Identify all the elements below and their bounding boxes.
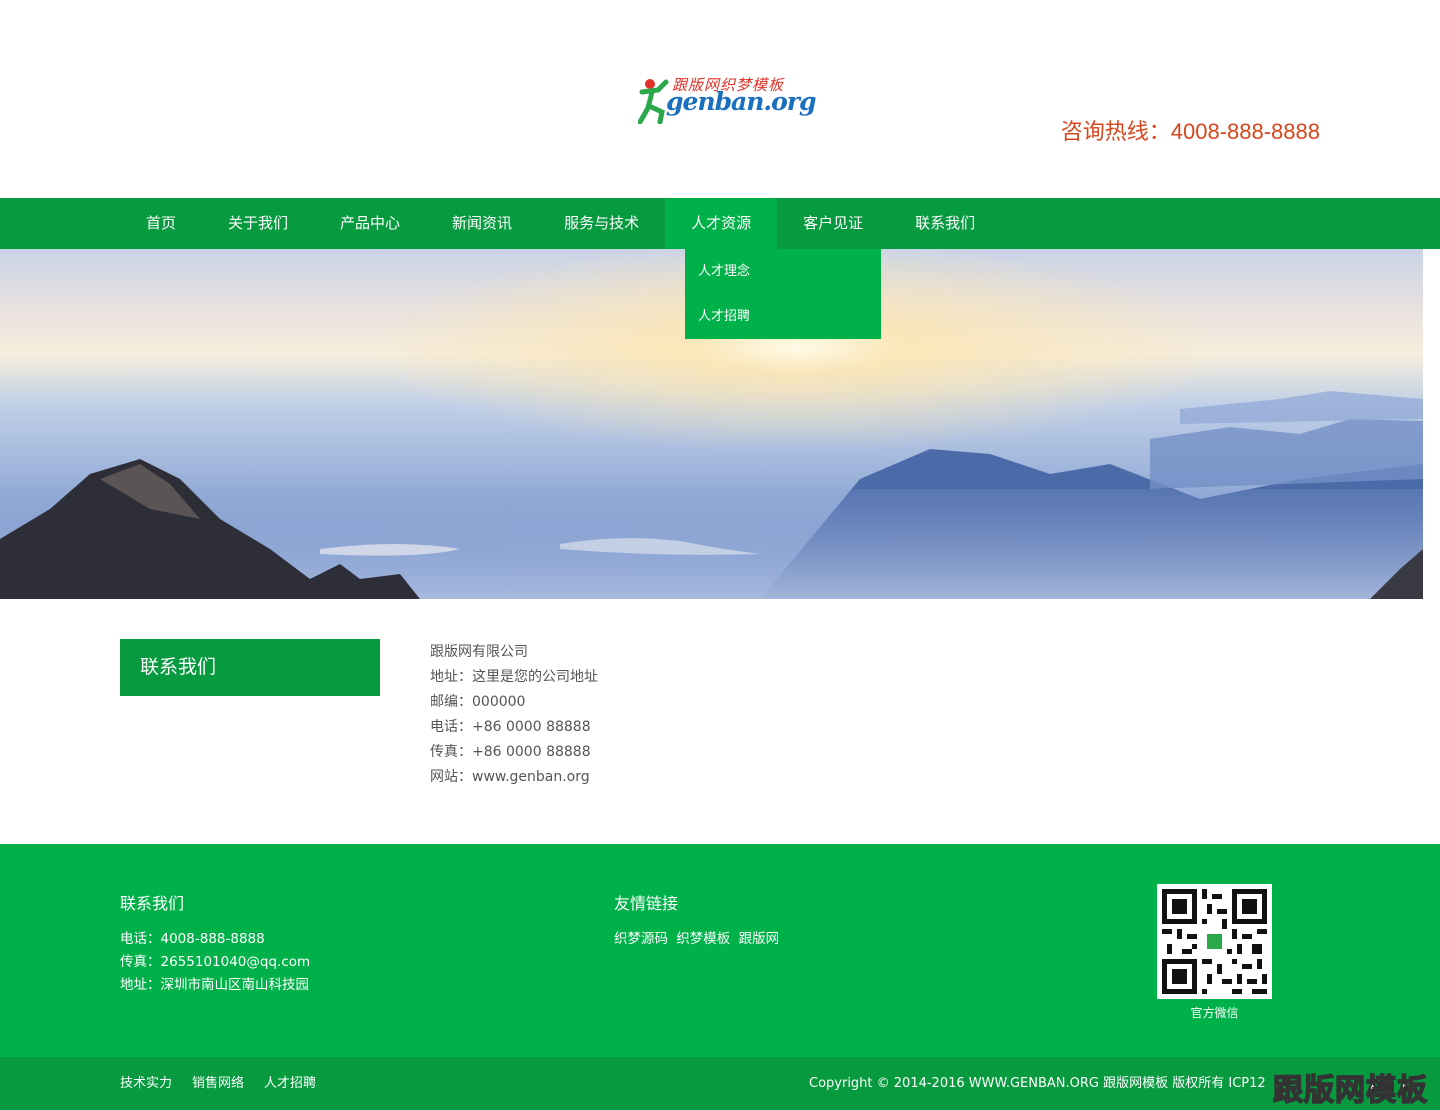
nav-list: 首页 关于我们 产品中心 新闻资讯 服务与技术 人才资源 客户见证 联系我们 — [120, 198, 1001, 249]
nav-item-talent[interactable]: 人才资源 — [665, 198, 778, 249]
friend-links: 织梦源码 织梦模板 跟版网 — [614, 927, 779, 947]
company-website: 网站：www.genban.org — [430, 769, 590, 785]
friend-link-dede-source[interactable]: 织梦源码 — [614, 931, 668, 947]
nav-item-products[interactable]: 产品中心 — [314, 198, 426, 249]
footer-fax: 传真：2655101040@qq.com — [120, 954, 311, 970]
company-postcode: 邮编：000000 — [430, 694, 526, 710]
bottom-bar: 技术实力 销售网络 人才招聘 Copyright © 2014-2016 WWW… — [0, 1057, 1440, 1110]
friend-link-dede-template[interactable]: 织梦模板 — [676, 931, 730, 947]
friend-link-genban[interactable]: 跟版网 — [739, 931, 780, 947]
bottom-link-recruit[interactable]: 人才招聘 — [264, 1057, 316, 1110]
contact-info: 跟版网有限公司 地址：这里是您的公司地址 邮编：000000 电话：+86 00… — [430, 640, 598, 790]
nav-item-home[interactable]: 首页 — [120, 198, 202, 249]
site-header: 跟版网织梦模板 genban.org 咨询热线：4008-888-8888 — [0, 0, 1440, 198]
bottom-link-sales[interactable]: 销售网络 — [192, 1057, 244, 1110]
talent-dropdown-menu: 人才理念 人才招聘 — [685, 249, 881, 339]
nav-item-about[interactable]: 关于我们 — [202, 198, 314, 249]
watermark-text: 跟版网模板 — [1272, 1072, 1428, 1109]
logo-wordmark: genban.org — [666, 87, 816, 116]
hotline-text: 咨询热线：4008-888-8888 — [1060, 119, 1320, 144]
dropdown-item-talent-concept[interactable]: 人才理念 — [685, 249, 881, 294]
company-name: 跟版网有限公司 — [430, 644, 528, 660]
site-logo[interactable]: 跟版网织梦模板 genban.org — [638, 74, 816, 126]
nav-item-news[interactable]: 新闻资讯 — [426, 198, 538, 249]
qr-code-icon — [1162, 889, 1267, 994]
dropdown-item-recruitment[interactable]: 人才招聘 — [685, 294, 881, 339]
bottom-link-tech[interactable]: 技术实力 — [120, 1057, 172, 1110]
company-fax: 传真：+86 0000 88888 — [430, 744, 591, 760]
footer-address: 地址：深圳市南山区南山科技园 — [120, 977, 309, 993]
footer-contact-title: 联系我们 — [120, 894, 185, 913]
site-footer: 联系我们 电话：4008-888-8888 传真：2655101040@qq.c… — [0, 844, 1440, 1057]
company-phone: 电话：+86 0000 88888 — [430, 719, 591, 735]
copyright-text: Copyright © 2014-2016 WWW.GENBAN.ORG 跟版网… — [809, 1076, 1266, 1091]
qr-caption: 官方微信 — [1190, 1006, 1239, 1020]
nav-item-contact[interactable]: 联系我们 — [889, 198, 1001, 249]
nav-item-service[interactable]: 服务与技术 — [538, 198, 665, 249]
wechat-qr-code — [1157, 884, 1272, 999]
main-nav: 首页 关于我们 产品中心 新闻资讯 服务与技术 人才资源 客户见证 联系我们 — [0, 198, 1440, 249]
footer-phone: 电话：4008-888-8888 — [120, 931, 265, 947]
side-section-title: 联系我们 — [120, 639, 380, 696]
company-address: 地址：这里是您的公司地址 — [430, 669, 598, 685]
bottom-links: 技术实力 销售网络 人才招聘 — [120, 1057, 316, 1110]
nav-item-cases[interactable]: 客户见证 — [777, 198, 889, 249]
footer-links-title: 友情链接 — [614, 894, 679, 913]
